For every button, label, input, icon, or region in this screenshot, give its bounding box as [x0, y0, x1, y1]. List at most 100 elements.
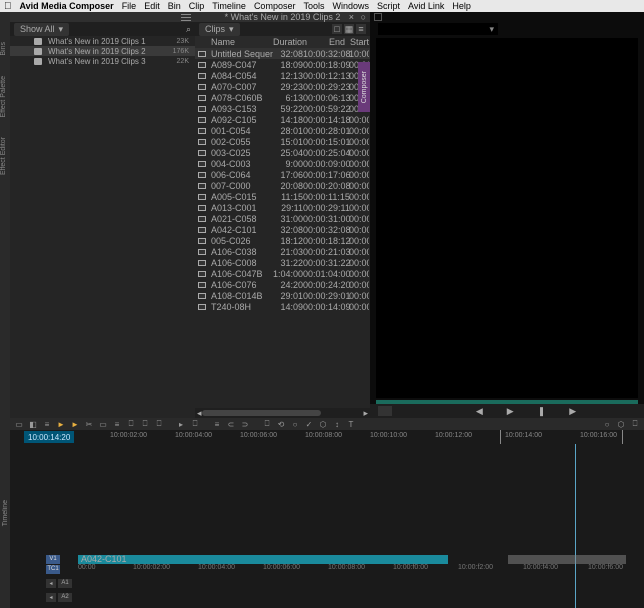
clip-row[interactable]: 001-C05428:0100:00:28:0100:00:00	[195, 125, 370, 136]
clip-row[interactable]: A021-C05831:0000:00:31:0000:00:00	[195, 213, 370, 224]
col-duration[interactable]: Duration	[273, 37, 303, 47]
tl-tool[interactable]: ≡	[212, 419, 222, 429]
tl-tool[interactable]: ≡	[112, 419, 122, 429]
scroll-right-icon[interactable]: ▸	[363, 408, 368, 419]
view-frame-icon[interactable]: □	[332, 24, 342, 34]
tl-tool[interactable]: ⬡	[616, 419, 626, 429]
clip-row[interactable]: A078-C060B6:1300:00:06:1300:00:00	[195, 92, 370, 103]
tl-tool[interactable]: ▭	[98, 419, 108, 429]
clip-row[interactable]: A106-C07624:2000:00:24:2000:00:00	[195, 279, 370, 290]
tl-tool[interactable]: ✓	[304, 419, 314, 429]
clip-row[interactable]: A070-C00729:2300:00:29:2300:00:00	[195, 81, 370, 92]
col-name[interactable]: Name	[209, 37, 273, 47]
track-selector-v1[interactable]: V1	[46, 555, 60, 564]
composer-tab[interactable]: Composer	[358, 62, 370, 112]
rail-effect-palette[interactable]: Effect Palette	[0, 76, 10, 118]
clip-row[interactable]: 004-C0039:0000:00:09:0000:00:00	[195, 158, 370, 169]
hamburger-icon[interactable]	[181, 13, 191, 21]
tl-tool[interactable]: ◧	[28, 419, 38, 429]
clip-hscroll[interactable]: ◂ ▸	[195, 408, 370, 418]
out-mark[interactable]	[500, 430, 501, 444]
clip-filter-dropdown[interactable]: Clips ▾	[199, 23, 240, 36]
tl-tool[interactable]: ✂	[84, 419, 94, 429]
clip-row[interactable]: 007-C00020:0800:00:20:0800:00:00	[195, 180, 370, 191]
transport-btn[interactable]	[378, 406, 392, 416]
col-start[interactable]: Start	[349, 37, 369, 47]
clip-row[interactable]: A042-C10132:0800:00:32:0800:00:00	[195, 224, 370, 235]
track-mute-a1[interactable]: ◂	[46, 579, 56, 588]
step-back-icon[interactable]: ◀	[476, 406, 483, 417]
bin-row[interactable]: What's New in 2019 Clips 3 22K	[10, 56, 195, 66]
view-grid-icon[interactable]: ▦	[344, 24, 354, 34]
clip-row[interactable]: Untitled Sequence.0132:0810:00:32:0810:0…	[195, 48, 370, 59]
menu-file[interactable]: File	[122, 1, 137, 11]
track-selector-tc1[interactable]: TC1	[46, 565, 60, 574]
col-end[interactable]: End	[303, 37, 349, 47]
tl-tool-arrow[interactable]: ►	[70, 419, 80, 429]
timeline-ruler[interactable]: 10:00:14:20 10:00:02:00 10:00:04:00 10:0…	[10, 430, 644, 444]
composer-dropdown[interactable]: ▾	[378, 23, 498, 35]
tl-tool[interactable]: ⎕	[126, 419, 136, 429]
view-list-icon[interactable]: ≡	[356, 24, 366, 34]
tl-tool[interactable]: ⎕	[630, 419, 640, 429]
step-fwd-icon[interactable]: ▶	[569, 406, 576, 417]
menu-timeline[interactable]: Timeline	[212, 1, 246, 11]
clip-row[interactable]: 005-C02618:1200:00:18:1200:00:00	[195, 235, 370, 246]
track-selector-a1[interactable]: A1	[58, 579, 72, 588]
tl-tool-arrow[interactable]: ►	[56, 419, 66, 429]
menu-clip[interactable]: Clip	[189, 1, 205, 11]
timeline-clip[interactable]: A042-C101	[78, 555, 448, 564]
clip-row[interactable]: 002-C05515:0100:00:15:0100:00:00	[195, 136, 370, 147]
scrollbar-thumb[interactable]	[202, 410, 322, 416]
clip-row[interactable]: A093-C15359:2200:00:59:2200:00:00	[195, 103, 370, 114]
menu-bin[interactable]: Bin	[168, 1, 181, 11]
menu-tools[interactable]: Tools	[303, 1, 324, 11]
clip-row[interactable]: 003-C02525:0400:00:25:0400:00:00	[195, 147, 370, 158]
apple-icon[interactable]: 	[4, 1, 12, 12]
clip-row[interactable]: A084-C05412:1300:00:12:1300:00:00	[195, 70, 370, 81]
menu-composer[interactable]: Composer	[254, 1, 296, 11]
composer-viewport[interactable]	[376, 38, 638, 398]
clip-row[interactable]: A013-C00129:1100:00:29:1100:00:00	[195, 202, 370, 213]
menu-avid-link[interactable]: Avid Link	[408, 1, 444, 11]
pause-icon[interactable]: ❚	[538, 406, 546, 417]
track-mute-a2[interactable]: ◂	[46, 593, 56, 602]
timeline-clip-ghost[interactable]	[508, 555, 626, 564]
tl-tool[interactable]: T	[346, 419, 356, 429]
timeline-tracks[interactable]: V1 A042-C101 TC1 00:00 10:00:02:00 10:00…	[10, 444, 644, 608]
clip-row[interactable]: A106-C047B1:04:0000:01:04:0000:00:00	[195, 268, 370, 279]
menu-windows[interactable]: Windows	[332, 1, 369, 11]
clip-row[interactable]: T240-08H14:0900:00:14:0900:00:00	[195, 301, 370, 312]
clip-row[interactable]: A108-C014B29:0100:00:29:0100:00:00	[195, 290, 370, 301]
tl-tool[interactable]: ▸	[176, 419, 186, 429]
tl-tool[interactable]: ≡	[42, 419, 52, 429]
play-icon[interactable]: ▶	[507, 406, 514, 417]
clip-row[interactable]: 006-C06417:0600:00:17:0600:00:00	[195, 169, 370, 180]
out-mark[interactable]	[622, 430, 623, 444]
tl-tool[interactable]: ▭	[14, 419, 24, 429]
search-icon[interactable]: ⌕	[186, 24, 191, 35]
tl-tool[interactable]: ⎕	[190, 419, 200, 429]
tl-tool[interactable]: ⊂	[226, 419, 236, 429]
menu-help[interactable]: Help	[452, 1, 471, 11]
clip-row[interactable]: A005-C01511:1500:00:11:1500:00:00	[195, 191, 370, 202]
tl-tool[interactable]: ⎕	[140, 419, 150, 429]
bin-row[interactable]: What's New in 2019 Clips 2 176K	[10, 46, 195, 56]
tl-tool[interactable]: ↕	[332, 419, 342, 429]
composer-menu-icon[interactable]	[374, 13, 382, 21]
clip-row[interactable]: A089-C04718:0900:00:18:0900:00:00	[195, 59, 370, 70]
close-icon[interactable]: ×	[349, 12, 354, 22]
panel-menu-icon[interactable]: ○	[361, 12, 366, 22]
clip-row[interactable]: A106-C03821:0300:00:21:0300:00:00	[195, 246, 370, 257]
bin-row[interactable]: What's New in 2019 Clips 1 23K	[10, 36, 195, 46]
rail-effect-editor[interactable]: Effect Editor	[0, 137, 10, 175]
track-selector-a2[interactable]: A2	[58, 593, 72, 602]
tl-tool[interactable]: ○	[290, 419, 300, 429]
rail-bins[interactable]: Bins	[0, 42, 10, 56]
menu-edit[interactable]: Edit	[144, 1, 160, 11]
tl-tool[interactable]: ⎕	[154, 419, 164, 429]
tl-tool[interactable]: ○	[602, 419, 612, 429]
bin-filter-dropdown[interactable]: Show All ▾	[14, 23, 69, 36]
scroll-left-icon[interactable]: ◂	[197, 408, 202, 419]
tl-tool[interactable]: ⊃	[240, 419, 250, 429]
